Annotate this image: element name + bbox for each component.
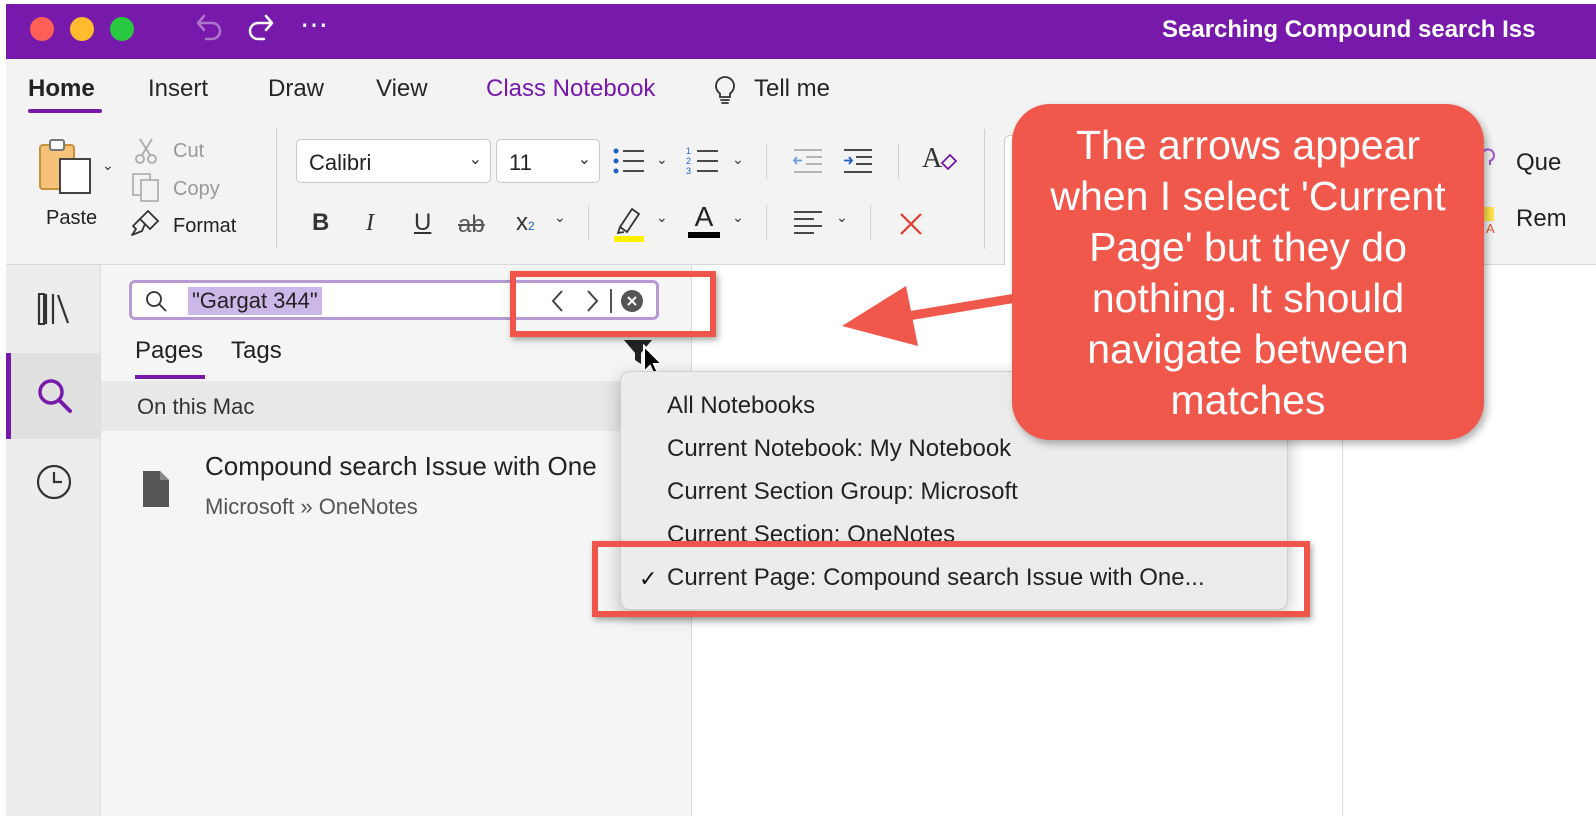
font-size-select[interactable]: 11 ⌄: [496, 139, 600, 183]
separator: [276, 129, 277, 249]
highlighter-icon[interactable]: [612, 203, 646, 248]
recent-nav-button[interactable]: [6, 441, 100, 527]
onenote-window: ⋯ Searching Compound search Iss Home Ins…: [6, 4, 1596, 816]
paste-options-chevron-icon[interactable]: ⌄: [102, 157, 114, 174]
separator: [588, 205, 589, 241]
close-window-button[interactable]: [30, 17, 54, 41]
results-group-header: On this Mac: [101, 381, 691, 431]
clipboard-icon[interactable]: [36, 137, 96, 202]
search-nav-button[interactable]: [6, 353, 100, 439]
result-title: Compound search Issue with One: [205, 451, 597, 481]
active-tab-indicator: [28, 109, 102, 113]
annotation-highlight-current-page: [592, 541, 1310, 617]
bullets-icon[interactable]: [612, 145, 646, 182]
font-color-letter: A: [694, 201, 714, 232]
numbering-chevron-icon[interactable]: ⌄: [732, 151, 744, 168]
subscript-digit: 2: [528, 219, 535, 233]
separator: [898, 143, 899, 179]
search-result-item[interactable]: Compound search Issue with One Microsoft…: [205, 451, 691, 521]
separator: [984, 129, 985, 249]
numbering-icon[interactable]: 123: [686, 145, 720, 182]
chevron-down-icon: ⌄: [468, 151, 482, 168]
copy-icon: [130, 171, 162, 208]
scope-current-notebook[interactable]: Current Notebook: My Notebook: [667, 435, 1011, 463]
notebooks-nav-button[interactable]: [6, 265, 100, 351]
tab-tell-me[interactable]: Tell me: [754, 75, 830, 103]
paste-button[interactable]: Paste: [46, 207, 97, 230]
tag-question-label[interactable]: Que: [1516, 149, 1561, 177]
search-icon: [144, 289, 168, 318]
format-painter-button[interactable]: Format: [173, 215, 236, 238]
result-path: Microsoft » OneNotes: [205, 494, 418, 519]
svg-text:2: 2: [686, 156, 691, 166]
increase-indent-icon[interactable]: [842, 147, 874, 180]
tab-tags[interactable]: Tags: [231, 337, 282, 365]
title-bar: ⋯ Searching Compound search Iss: [6, 4, 1596, 59]
library-icon: [36, 291, 72, 332]
tab-pages[interactable]: Pages: [135, 337, 203, 365]
underline-button[interactable]: U: [414, 211, 431, 235]
highlighter-chevron-icon[interactable]: ⌄: [656, 209, 668, 226]
subscript-chevron-icon[interactable]: ⌄: [554, 209, 566, 226]
font-color-button[interactable]: A: [688, 202, 720, 238]
subscript-button[interactable]: x2: [516, 211, 535, 235]
tag-remember-label[interactable]: Rem: [1516, 205, 1567, 233]
zoom-window-button[interactable]: [110, 17, 134, 41]
font-color-chevron-icon[interactable]: ⌄: [732, 209, 744, 226]
svg-text:A: A: [922, 143, 943, 174]
search-input[interactable]: "Gargat 344": [188, 287, 322, 315]
annotation-text: The arrows appear when I select 'Current…: [1050, 122, 1446, 423]
align-chevron-icon[interactable]: ⌄: [836, 209, 848, 226]
minimize-window-button[interactable]: [70, 17, 94, 41]
bullets-chevron-icon[interactable]: ⌄: [656, 151, 668, 168]
separator: [766, 143, 767, 179]
scope-all-notebooks[interactable]: All Notebooks: [667, 392, 815, 420]
svg-text:A: A: [1486, 221, 1495, 235]
page-icon: [141, 469, 171, 514]
clear-formatting-icon[interactable]: A: [920, 141, 958, 182]
more-commands-icon[interactable]: ⋯: [300, 10, 328, 40]
active-subtab-indicator: [135, 375, 205, 379]
font-size-value: 11: [509, 150, 532, 175]
italic-button[interactable]: I: [366, 211, 374, 235]
selected-indicator: [6, 353, 11, 439]
tab-view[interactable]: View: [376, 75, 428, 103]
chevron-down-icon: ⌄: [577, 151, 591, 168]
tab-class-notebook[interactable]: Class Notebook: [486, 75, 655, 103]
window-title: Searching Compound search Iss: [1162, 16, 1536, 43]
format-painter-icon: [130, 208, 162, 243]
delete-icon[interactable]: [898, 211, 924, 242]
subscript-label: x: [516, 209, 528, 236]
separator: [870, 205, 871, 241]
scissors-icon: [134, 137, 158, 170]
separator: [766, 205, 767, 241]
strikethrough-button[interactable]: ab: [458, 213, 485, 237]
group-header-label: On this Mac: [137, 394, 255, 419]
annotation-highlight-arrows: [510, 271, 716, 337]
navigation-rail: [6, 265, 101, 816]
clock-icon: [35, 463, 73, 506]
svg-text:1: 1: [686, 146, 691, 156]
cut-button[interactable]: Cut: [173, 140, 204, 163]
decrease-indent-icon[interactable]: [792, 147, 824, 180]
undo-icon[interactable]: [194, 12, 224, 52]
font-family-value: Calibri: [309, 150, 372, 175]
tab-draw[interactable]: Draw: [268, 75, 324, 103]
lightbulb-icon: [712, 75, 738, 112]
redo-icon[interactable]: [246, 12, 276, 52]
font-family-select[interactable]: Calibri ⌄: [296, 139, 491, 183]
bold-button[interactable]: B: [312, 211, 329, 235]
scope-current-section-group[interactable]: Current Section Group: Microsoft: [667, 478, 1018, 506]
align-icon[interactable]: [792, 209, 824, 242]
search-icon: [36, 377, 74, 420]
tab-insert[interactable]: Insert: [148, 75, 208, 103]
tab-home[interactable]: Home: [28, 75, 95, 103]
svg-text:3: 3: [686, 166, 691, 176]
copy-button[interactable]: Copy: [173, 178, 220, 201]
annotation-callout: The arrows appear when I select 'Current…: [1012, 104, 1484, 440]
font-color-swatch: [688, 232, 720, 238]
